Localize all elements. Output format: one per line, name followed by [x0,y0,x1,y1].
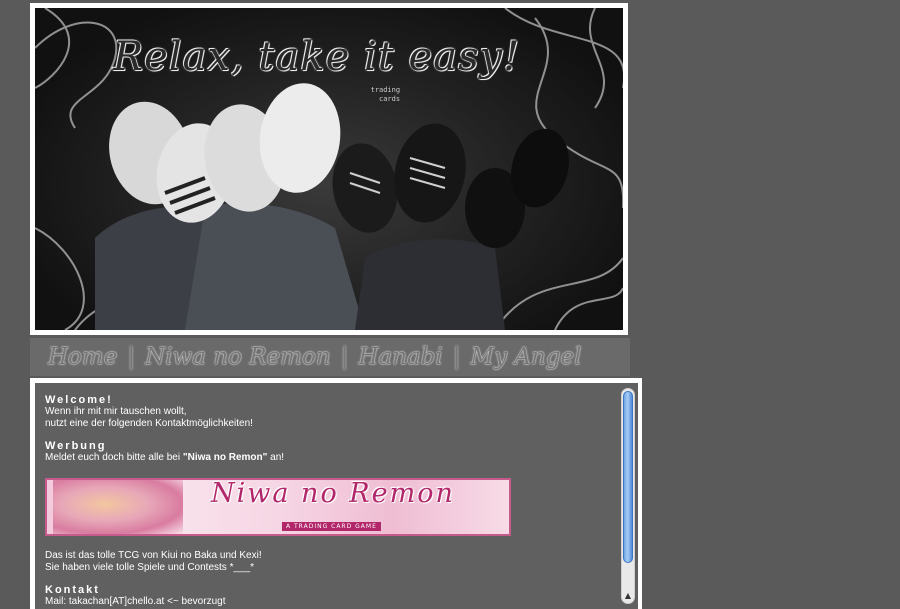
content-frame: Welcome! Wenn ihr mit mir tauschen wollt… [30,378,642,609]
nav-separator: | [340,344,349,370]
vertical-scrollbar[interactable]: ▲ [621,388,635,604]
content-panel[interactable]: Welcome! Wenn ihr mit mir tauschen wollt… [35,383,638,609]
kontakt-heading: Kontakt [45,584,100,596]
header-subtitle-line1: trading [370,86,401,94]
scroll-up-arrow-icon[interactable]: ▲ [622,591,634,601]
nav-separator: | [127,344,136,370]
banner-character-image [53,480,183,534]
welcome-heading: Welcome! [45,394,113,406]
kontakt-mail: Mail: takachan[AT]chello.at <~ bevorzugt [45,596,226,607]
niwa-no-remon-link[interactable]: "Niwa no Remon" [183,452,268,463]
nav-hanabi-link[interactable]: Hanabi [358,344,442,370]
nav-home-link[interactable]: Home [48,344,117,370]
nav-my-angel-link[interactable]: My Angel [471,344,582,370]
werbung-text-pre: Meldet euch doch bitte alle bei [45,452,183,463]
content-body: Welcome! Wenn ihr mit mir tauschen wollt… [45,394,605,608]
header-title: Relax, take it easy! [113,34,521,80]
header-subtitle-line2: cards [379,95,401,103]
werbung-text: Meldet euch doch bitte alle bei "Niwa no… [45,452,605,464]
header-image: Relax, take it easy! trading cards [35,8,623,330]
main-navigation: Home | Niwa no Remon | Hanabi | My Angel [30,338,630,376]
werbung-text-post: an! [267,452,285,463]
tcg-text-line2: Sie haben viele tolle Spiele und Contest… [45,562,255,573]
scrollbar-thumb[interactable] [623,391,633,563]
welcome-text-line2: nutzt eine der folgenden Kontaktmöglichk… [45,418,253,429]
banner-logo: Niwa no Remon [211,478,455,509]
nav-niwa-no-remon-link[interactable]: Niwa no Remon [145,344,331,370]
werbung-heading: Werbung [45,440,107,452]
banner-tagline: A TRADING CARD GAME [282,522,381,531]
tcg-text-line1: Das ist das tolle TCG von Kiui no Baka u… [45,550,262,561]
nav-separator: | [452,344,461,370]
header-frame: Relax, take it easy! trading cards [30,3,628,335]
welcome-text-line1: Wenn ihr mit mir tauschen wollt, [45,406,187,417]
niwa-no-remon-banner[interactable]: Niwa no Remon A TRADING CARD GAME [45,478,511,536]
header-subtitle: trading cards [355,86,401,104]
